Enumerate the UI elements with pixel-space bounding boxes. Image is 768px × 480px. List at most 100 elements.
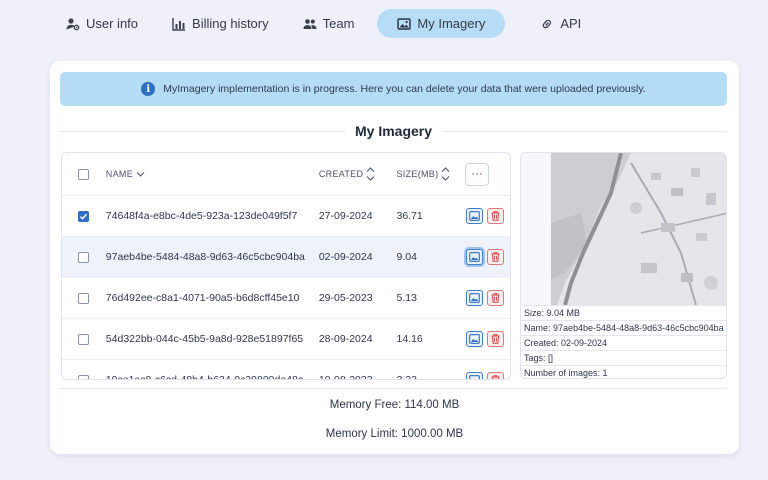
trash-icon bbox=[491, 211, 500, 221]
banner-text: MyImagery implementation is in progress.… bbox=[163, 83, 646, 95]
cell-name: 74648f4a-e8bc-4de5-923a-123de049f5f7 bbox=[105, 210, 298, 222]
section-title: My Imagery bbox=[354, 123, 433, 139]
header-checkbox-cell bbox=[62, 168, 106, 180]
view-image-button[interactable] bbox=[466, 372, 484, 379]
table-header: NAME CREATED SIZE(MB) ··· bbox=[62, 153, 510, 196]
cell-created: 27-09-2024 bbox=[318, 210, 373, 222]
delete-button[interactable] bbox=[487, 208, 505, 224]
table-row[interactable]: 74648f4a-e8bc-4de5-923a-123de049f5f7 27-0… bbox=[62, 196, 510, 237]
column-header-created[interactable]: CREATED bbox=[319, 166, 397, 182]
table-body: 74648f4a-e8bc-4de5-923a-123de049f5f7 27-0… bbox=[62, 196, 510, 380]
bar-chart-icon bbox=[172, 17, 186, 31]
column-header-label: CREATED bbox=[318, 169, 364, 179]
table-row[interactable]: 97aeb4be-5484-48a8-9d63-46c5cbc904ba 02-0… bbox=[62, 237, 510, 278]
info-icon: i bbox=[141, 82, 156, 96]
tab-label: API bbox=[560, 16, 582, 31]
trash-icon bbox=[491, 293, 500, 303]
view-image-button[interactable] bbox=[466, 290, 484, 306]
column-header-actions: ··· bbox=[465, 162, 510, 186]
user-gear-icon bbox=[66, 17, 80, 31]
view-image-button[interactable] bbox=[466, 208, 484, 224]
table-row[interactable]: 76d492ee-c8a1-4071-90a5-b6d8cff45e10 29-0… bbox=[62, 278, 510, 319]
view-image-button[interactable] bbox=[466, 249, 484, 265]
column-header-label: NAME bbox=[105, 169, 133, 179]
meta-tags: Tags: [] bbox=[521, 350, 726, 365]
image-icon bbox=[397, 17, 412, 31]
cell-name: 19ce1ac8-c6cd-48b4-b634-0c39809de48c bbox=[105, 374, 304, 380]
memory-free: Memory Free: 114.00 MB bbox=[329, 399, 460, 411]
row-checkbox-cell bbox=[62, 333, 106, 345]
tab-label: Team bbox=[322, 16, 355, 31]
row-checkbox[interactable] bbox=[78, 251, 90, 263]
cell-name: 76d492ee-c8a1-4071-90a5-b6d8cff45e10 bbox=[105, 292, 300, 304]
cell-size: 5.13 bbox=[396, 292, 417, 304]
image-icon bbox=[469, 211, 481, 221]
cell-size: 9.04 bbox=[396, 251, 417, 263]
satellite-preview-image bbox=[521, 153, 726, 306]
image-icon bbox=[469, 375, 481, 379]
tab-bar: User info Billing history Team My Imager… bbox=[55, 9, 604, 38]
users-icon bbox=[303, 17, 317, 31]
memory-limit: Memory Limit: 1000.00 MB bbox=[325, 428, 464, 440]
more-options-button[interactable]: ··· bbox=[465, 162, 490, 186]
row-checkbox[interactable] bbox=[78, 292, 90, 304]
tab-user-info[interactable]: User info bbox=[55, 9, 149, 38]
row-checkbox[interactable] bbox=[78, 333, 90, 345]
tab-billing-history[interactable]: Billing history bbox=[161, 9, 280, 38]
image-preview-panel: Size: 9.04 MB Name: 97aeb4be-5484-48a8-9… bbox=[520, 152, 727, 379]
cell-created: 10-08-2023 bbox=[318, 374, 373, 380]
meta-name: Name: 97aeb4be-5484-48a8-9d63-46c5cbc904… bbox=[521, 320, 726, 335]
row-checkbox-cell bbox=[62, 292, 106, 304]
divider-right bbox=[442, 130, 728, 132]
trash-icon bbox=[491, 334, 500, 344]
cell-size: 3.23 bbox=[396, 374, 417, 380]
image-metadata: Size: 9.04 MB Name: 97aeb4be-5484-48a8-9… bbox=[521, 305, 726, 378]
tab-api[interactable]: API bbox=[529, 9, 592, 38]
meta-created: Created: 02-09-2024 bbox=[521, 335, 726, 350]
trash-icon bbox=[491, 375, 500, 379]
row-actions bbox=[466, 290, 510, 306]
image-icon bbox=[469, 252, 481, 262]
column-header-name[interactable]: NAME bbox=[106, 169, 319, 179]
cell-created: 29-05-2023 bbox=[318, 292, 373, 304]
row-checkbox[interactable] bbox=[78, 374, 90, 379]
row-checkbox-cell bbox=[62, 210, 106, 222]
row-checkbox-cell bbox=[62, 374, 106, 379]
row-checkbox[interactable] bbox=[78, 210, 90, 222]
column-header-size[interactable]: SIZE(MB) bbox=[397, 166, 467, 182]
delete-button[interactable] bbox=[487, 249, 505, 265]
select-all-checkbox[interactable] bbox=[78, 168, 90, 180]
imagery-table[interactable]: NAME CREATED SIZE(MB) ··· 74648f4a-e8bc-… bbox=[61, 152, 511, 380]
table-row[interactable]: 19ce1ac8-c6cd-48b4-b634-0c39809de48c 10-0… bbox=[62, 360, 510, 380]
divider-left bbox=[60, 130, 345, 132]
footer-divider bbox=[60, 388, 727, 389]
tab-label: User info bbox=[86, 16, 139, 31]
sort-icon[interactable] bbox=[366, 166, 375, 182]
imagery-card: i MyImagery implementation is in progres… bbox=[50, 61, 739, 454]
cell-name: 97aeb4be-5484-48a8-9d63-46c5cbc904ba bbox=[105, 251, 305, 263]
column-header-label: SIZE(MB) bbox=[396, 169, 439, 179]
row-actions bbox=[466, 249, 510, 265]
cell-size: 14.16 bbox=[396, 333, 423, 345]
tab-team[interactable]: Team bbox=[292, 9, 366, 38]
delete-button[interactable] bbox=[487, 290, 505, 306]
meta-size: Size: 9.04 MB bbox=[521, 305, 726, 320]
image-icon bbox=[469, 334, 481, 344]
cell-name: 54d322bb-044c-45b5-9a8d-928e51897f65 bbox=[105, 333, 304, 345]
section-header: My Imagery bbox=[60, 121, 728, 141]
link-icon bbox=[540, 17, 554, 31]
table-row[interactable]: 54d322bb-044c-45b5-9a8d-928e51897f65 28-0… bbox=[62, 319, 510, 360]
sort-icon[interactable] bbox=[441, 166, 450, 182]
row-actions bbox=[466, 331, 510, 347]
view-image-button[interactable] bbox=[466, 331, 484, 347]
row-checkbox-cell bbox=[62, 251, 106, 263]
tab-label: Billing history bbox=[192, 16, 269, 31]
tab-label: My Imagery bbox=[417, 16, 486, 31]
chevron-down-icon[interactable] bbox=[136, 171, 145, 178]
delete-button[interactable] bbox=[487, 331, 505, 347]
tab-my-imagery[interactable]: My Imagery bbox=[377, 9, 506, 38]
trash-icon bbox=[491, 252, 500, 262]
delete-button[interactable] bbox=[487, 372, 505, 379]
cell-size: 36.71 bbox=[396, 210, 423, 222]
cell-created: 28-09-2024 bbox=[318, 333, 373, 345]
